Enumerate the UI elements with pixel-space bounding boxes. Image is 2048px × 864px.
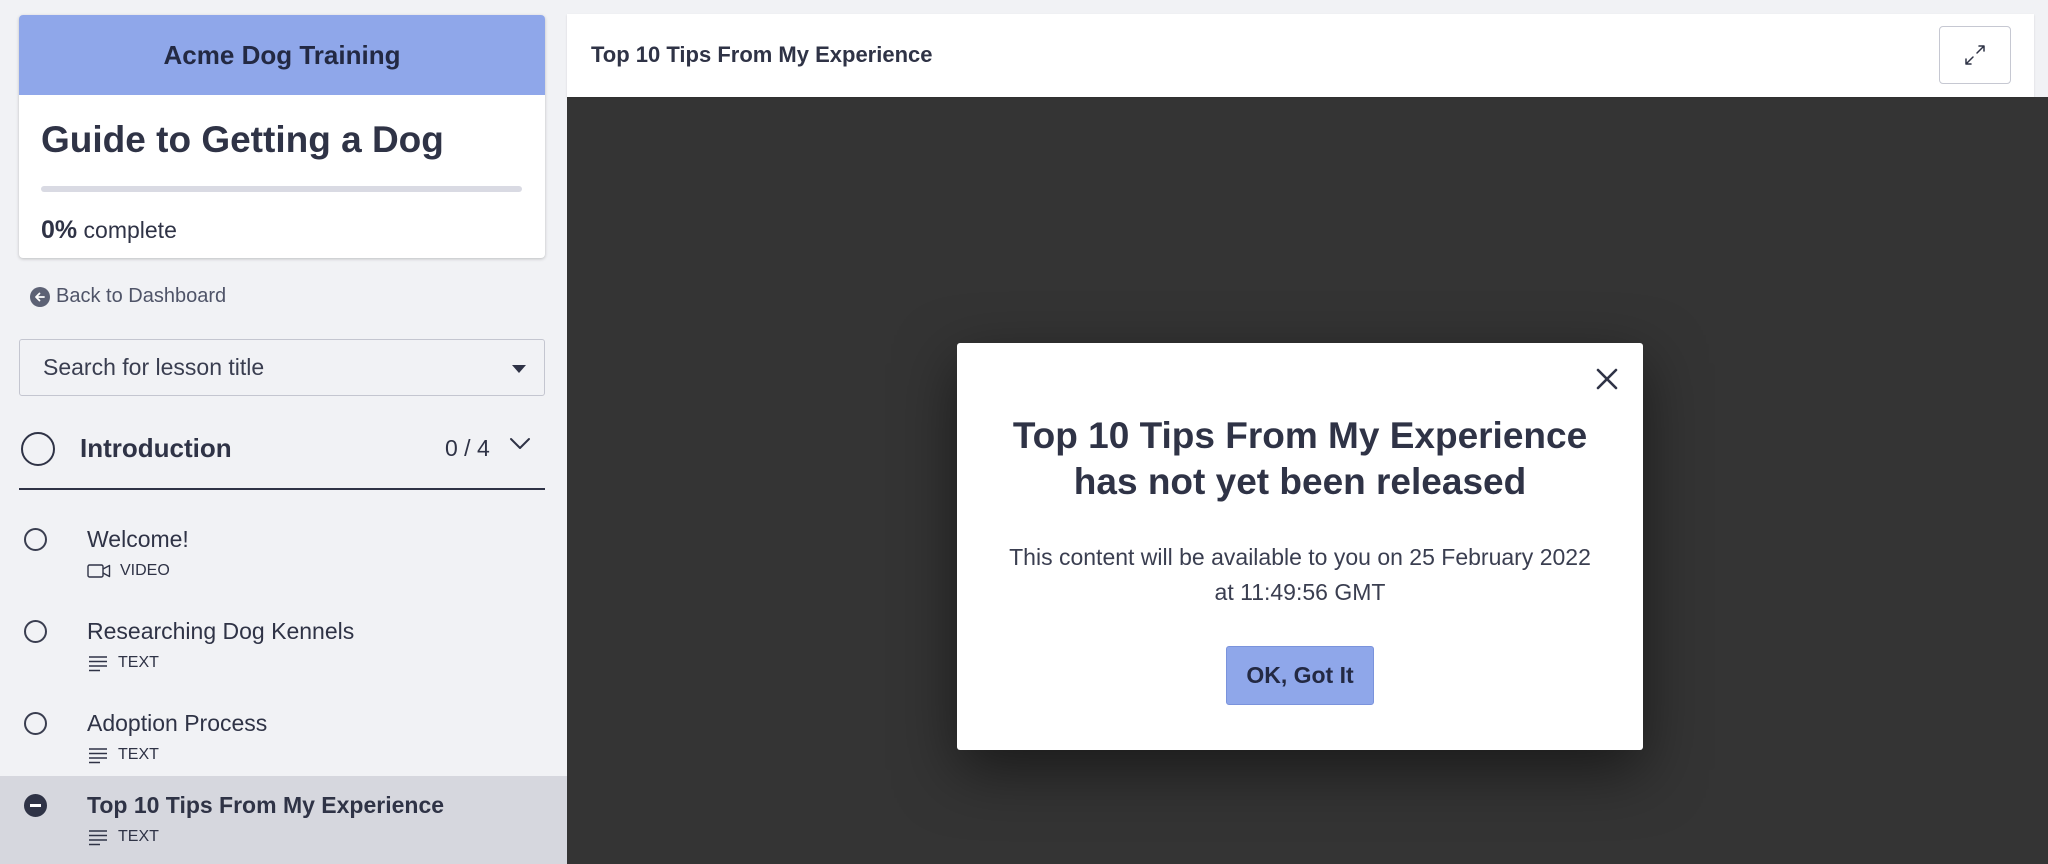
caret-down-icon [512, 365, 526, 373]
progress-percent: 0% [41, 216, 78, 244]
lesson-type-label: TEXT [118, 746, 159, 763]
lesson-type-label: VIDEO [120, 562, 170, 579]
lesson-type: TEXT [87, 828, 159, 846]
lesson-status-circle-icon [24, 528, 47, 551]
not-released-modal: Top 10 Tips From My Experience has not y… [957, 343, 1643, 750]
lesson-title: Adoption Process [87, 710, 268, 736]
progress-suffix: complete [83, 217, 177, 243]
video-camera-icon [87, 564, 111, 578]
back-link-label: Back to Dashboard [56, 285, 227, 307]
lesson-search-select[interactable]: Search for lesson title [19, 339, 545, 396]
close-icon[interactable] [1591, 363, 1623, 395]
progress-bar [41, 186, 522, 192]
chapter-title: Introduction [80, 433, 232, 463]
chevron-down-icon[interactable] [509, 437, 531, 456]
chapter-lesson-count: 0 / 4 [445, 435, 490, 461]
school-name[interactable]: Acme Dog Training [19, 15, 545, 95]
lesson-header: Top 10 Tips From My Experience [567, 14, 2034, 97]
text-lines-icon [89, 748, 107, 764]
chapter-introduction[interactable]: Introduction 0 / 4 [19, 420, 545, 490]
lesson-header-title: Top 10 Tips From My Experience [591, 42, 933, 67]
lesson-title: Researching Dog Kennels [87, 618, 355, 644]
lesson-search-placeholder: Search for lesson title [43, 354, 265, 380]
lesson-type-label: TEXT [118, 654, 159, 671]
expand-button[interactable] [1939, 26, 2011, 84]
chapter-progress-circle-icon [21, 432, 55, 466]
lesson-item-adoption-process[interactable]: Adoption Process TEXT [0, 694, 567, 786]
text-lines-icon [89, 656, 107, 672]
lesson-status-circle-icon [24, 620, 47, 643]
modal-body-text: This content will be available to you on… [1009, 544, 1591, 605]
lesson-type: TEXT [87, 746, 159, 764]
back-arrow-icon [30, 286, 50, 307]
lesson-status-circle-icon [24, 712, 47, 735]
lesson-type: TEXT [87, 654, 159, 672]
lesson-type: VIDEO [87, 562, 170, 580]
modal-heading: Top 10 Tips From My Experience has not y… [1012, 415, 1588, 502]
lesson-title: Welcome! [87, 526, 189, 552]
lesson-item-welcome[interactable]: Welcome! VIDEO [0, 510, 567, 602]
text-lines-icon [89, 830, 107, 846]
sidebar: Acme Dog Training Guide to Getting a Dog… [0, 0, 567, 864]
back-to-dashboard-link[interactable]: Back to Dashboard [30, 285, 226, 308]
lesson-item-top-10-tips[interactable]: Top 10 Tips From My Experience TEXT [0, 776, 567, 864]
lesson-title: Top 10 Tips From My Experience [87, 792, 445, 818]
lesson-current-circle-icon [24, 794, 47, 817]
ok-got-it-button[interactable]: OK, Got It [1226, 646, 1374, 705]
lesson-item-researching-dog-kennels[interactable]: Researching Dog Kennels TEXT [0, 602, 567, 694]
expand-arrows-icon [1965, 45, 1985, 65]
course-card: Acme Dog Training Guide to Getting a Dog… [19, 15, 545, 258]
course-title: Guide to Getting a Dog [41, 119, 444, 160]
progress-text: 0% complete [41, 216, 177, 245]
lesson-type-label: TEXT [118, 828, 159, 845]
